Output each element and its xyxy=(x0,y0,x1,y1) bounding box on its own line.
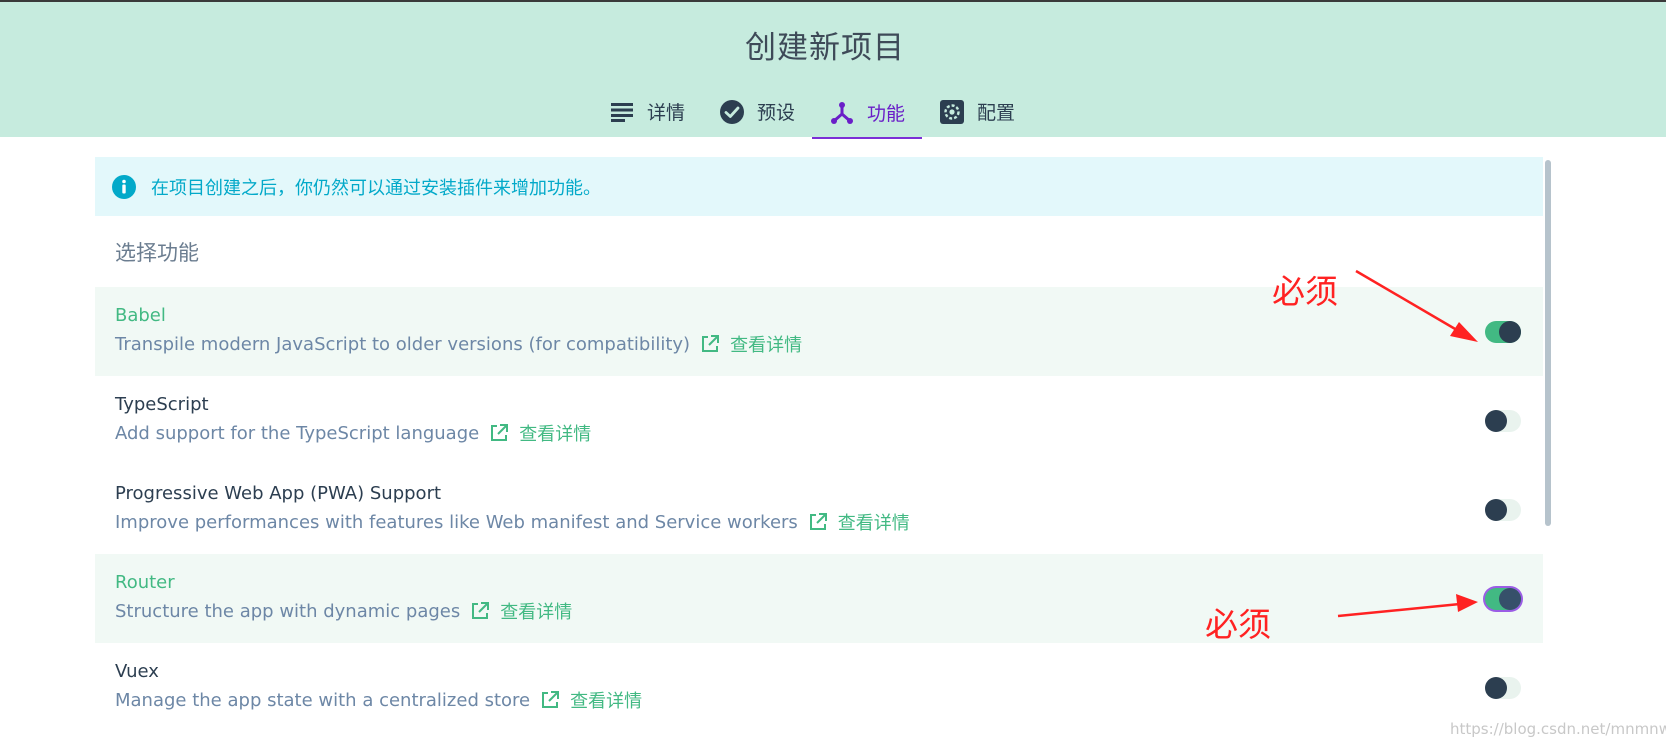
arrow-to-babel-toggle xyxy=(1355,269,1478,342)
watermark: https://blog.csdn.net/mnmnwq xyxy=(1450,720,1666,738)
arrow-to-router-toggle xyxy=(1337,594,1478,618)
annotation-arrows xyxy=(1337,269,1478,618)
